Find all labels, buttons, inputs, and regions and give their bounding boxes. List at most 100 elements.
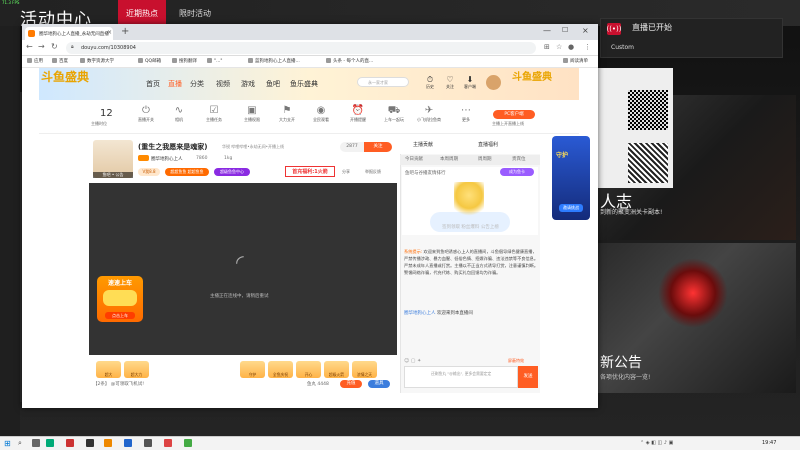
app-icon[interactable]: [66, 439, 74, 447]
user-avatar[interactable]: [486, 75, 501, 90]
tool-watch[interactable]: ◉ 全民观看: [307, 104, 335, 123]
avatar-caption[interactable]: 鱼吧 • 公告: [93, 172, 133, 178]
star-icon[interactable]: ☆: [556, 43, 562, 51]
bookmark-douyu[interactable]: 蓝狗地狗心上人直播...: [248, 58, 300, 64]
bookmark-sogou[interactable]: 搜狗翻译: [172, 58, 197, 64]
bookmark-baidu[interactable]: 百度: [52, 58, 68, 64]
nav-home[interactable]: 首页: [146, 79, 160, 89]
tool-ride[interactable]: ⛟ 上车一起玩: [380, 104, 408, 123]
props-button[interactable]: 道具: [368, 380, 390, 388]
history-button[interactable]: ⏱ 历史: [420, 75, 440, 90]
festival-banner-left[interactable]: 斗鱼盛典: [41, 68, 136, 98]
chat-input[interactable]: [404, 366, 518, 388]
taskbar-clock[interactable]: 19:47: [762, 440, 776, 446]
tab-live-welfare[interactable]: 直播福利: [478, 141, 498, 148]
client-button[interactable]: ⬇ 客户端: [460, 75, 480, 90]
become-fan-button[interactable]: 成为鱼卡: [500, 168, 534, 176]
gift-item[interactable]: 超级火箭: [324, 361, 349, 378]
tool-support[interactable]: ⚑ 大力支开: [273, 104, 301, 123]
follow-button[interactable]: 关注: [364, 142, 392, 152]
bookmark-toutiao[interactable]: 头条 - 每个人的直...: [326, 58, 373, 64]
host-name[interactable]: 圈华地狗心上人: [151, 156, 183, 162]
bookmark-qqmail[interactable]: QQ邮箱: [138, 58, 161, 64]
send-button[interactable]: 发送: [518, 366, 538, 388]
tool-task[interactable]: ☑ 主播任务: [200, 104, 228, 123]
forward-button[interactable]: →: [38, 42, 45, 51]
back-button[interactable]: ←: [26, 42, 33, 51]
share-button[interactable]: 分享: [342, 169, 350, 175]
window-maximize-button[interactable]: ☐: [562, 26, 568, 34]
mascot-icon: [454, 182, 484, 220]
gift-item[interactable]: 浓情之天: [352, 361, 377, 378]
guard-widget-button[interactable]: 邀请挑战: [559, 204, 583, 212]
nav-fishbar[interactable]: 鱼吧: [266, 79, 280, 89]
bookmark-library[interactable]: 数字资源大学: [80, 58, 114, 64]
start-icon[interactable]: ⊞: [4, 439, 11, 448]
app-icon[interactable]: [86, 439, 94, 447]
festival-banner-right[interactable]: 斗鱼盛典: [512, 68, 574, 98]
stream-started-notification[interactable]: [600, 18, 783, 58]
tool-more[interactable]: ⋯ 更多: [452, 104, 480, 123]
window-close-button[interactable]: ×: [582, 26, 589, 35]
tool-camera[interactable]: ∿ 相机: [165, 104, 193, 123]
gift-item[interactable]: 开心: [296, 361, 321, 378]
extension-icon[interactable]: ●: [568, 43, 574, 51]
gift-item[interactable]: 全鱼庆祝: [268, 361, 293, 378]
follow-header-button[interactable]: ♡ 关注: [440, 75, 460, 90]
promo-button[interactable]: 点击上车: [105, 312, 135, 319]
badge-super[interactable]: 超级鱼鱼中心: [214, 168, 250, 176]
translate-icon[interactable]: ⊞: [544, 43, 550, 51]
search-icon[interactable]: ⌕: [18, 439, 22, 448]
badge-fish[interactable]: 超超鱼鱼 超超鱼鱼: [165, 168, 209, 176]
tab-weekly[interactable]: 周周期: [478, 156, 492, 162]
nav-video[interactable]: 视频: [216, 79, 230, 89]
tab-host-contribution[interactable]: 主播贡献: [413, 141, 433, 148]
tool-reminder[interactable]: ⏰ 开播提醒: [344, 104, 372, 123]
tab-week[interactable]: 本周周期: [440, 156, 458, 162]
chat-username[interactable]: 圈华地狗心上人: [404, 311, 436, 316]
chat-tools[interactable]: ☺ ▢ ✦: [404, 358, 421, 364]
nav-game[interactable]: 游戏: [241, 79, 255, 89]
game-tab-hot[interactable]: 近期热点: [118, 0, 166, 26]
app-icon[interactable]: [164, 439, 172, 447]
reload-button[interactable]: ↻: [51, 42, 58, 51]
nav-festival[interactable]: 鱼乐盛典: [290, 79, 318, 89]
tool-permission[interactable]: ▣ 主播权限: [238, 104, 266, 123]
recharge-button[interactable]: 充值: [340, 380, 362, 388]
system-tray[interactable]: ⌃ ◈ ◧ ◫ ♪ ▣: [640, 440, 673, 446]
gift-hint[interactable]: 【2条】 @可领取飞机试!: [93, 381, 144, 387]
bookmark-reading-list[interactable]: 阅读清单: [563, 58, 588, 64]
window-minimize-button[interactable]: —: [543, 26, 551, 35]
tab-close-icon[interactable]: ×: [107, 29, 112, 36]
url-input[interactable]: douyu.com/10308904: [66, 42, 536, 54]
badge-v88[interactable]: V我8.8: [138, 168, 160, 176]
gift-item[interactable]: 超大力: [124, 361, 149, 378]
tool-plane[interactable]: ✈ 小飞机拉鱼商: [415, 104, 443, 123]
report-button[interactable]: 举报反馈: [365, 169, 381, 175]
block-effects-toggle[interactable]: 屏蔽特效: [508, 358, 524, 364]
app-icon[interactable]: [184, 439, 192, 447]
app-icon[interactable]: [46, 439, 54, 447]
new-tab-button[interactable]: +: [121, 26, 129, 37]
nav-live[interactable]: 直播: [168, 79, 182, 89]
site-search-input[interactable]: 永一家才家: [357, 77, 409, 87]
app-icon[interactable]: [104, 439, 112, 447]
app-icon[interactable]: [124, 439, 132, 447]
browser-tab[interactable]: 圈华地狗心上人直播_永劫无间直播: [25, 27, 113, 40]
tool-toggle[interactable]: ⏻ 直播开关: [132, 104, 160, 123]
menu-icon[interactable]: ⋮: [584, 43, 591, 51]
first-recharge-welfare[interactable]: 首充福利:1火箭: [285, 166, 335, 177]
tab-today[interactable]: 今日贡献: [405, 156, 423, 162]
taskview-icon[interactable]: [32, 439, 40, 447]
bookmark-misc[interactable]: "...": [207, 58, 222, 64]
game-tab-limited[interactable]: 限时活动: [170, 0, 220, 26]
gift-item[interactable]: 超大: [96, 361, 121, 378]
lock-icon[interactable]: 🔒︎: [71, 44, 74, 50]
room-category[interactable]: 华锐 哔哩哔哩•永劫无间•开播上线: [222, 144, 284, 150]
tab-vip[interactable]: 贵宾位: [512, 156, 526, 162]
bookmark-apps[interactable]: 应用: [27, 58, 43, 64]
nav-category[interactable]: 分类: [190, 79, 204, 89]
gift-item[interactable]: 守护: [240, 361, 265, 378]
pc-client-button[interactable]: PC客户端: [493, 110, 535, 119]
app-icon[interactable]: [144, 439, 152, 447]
